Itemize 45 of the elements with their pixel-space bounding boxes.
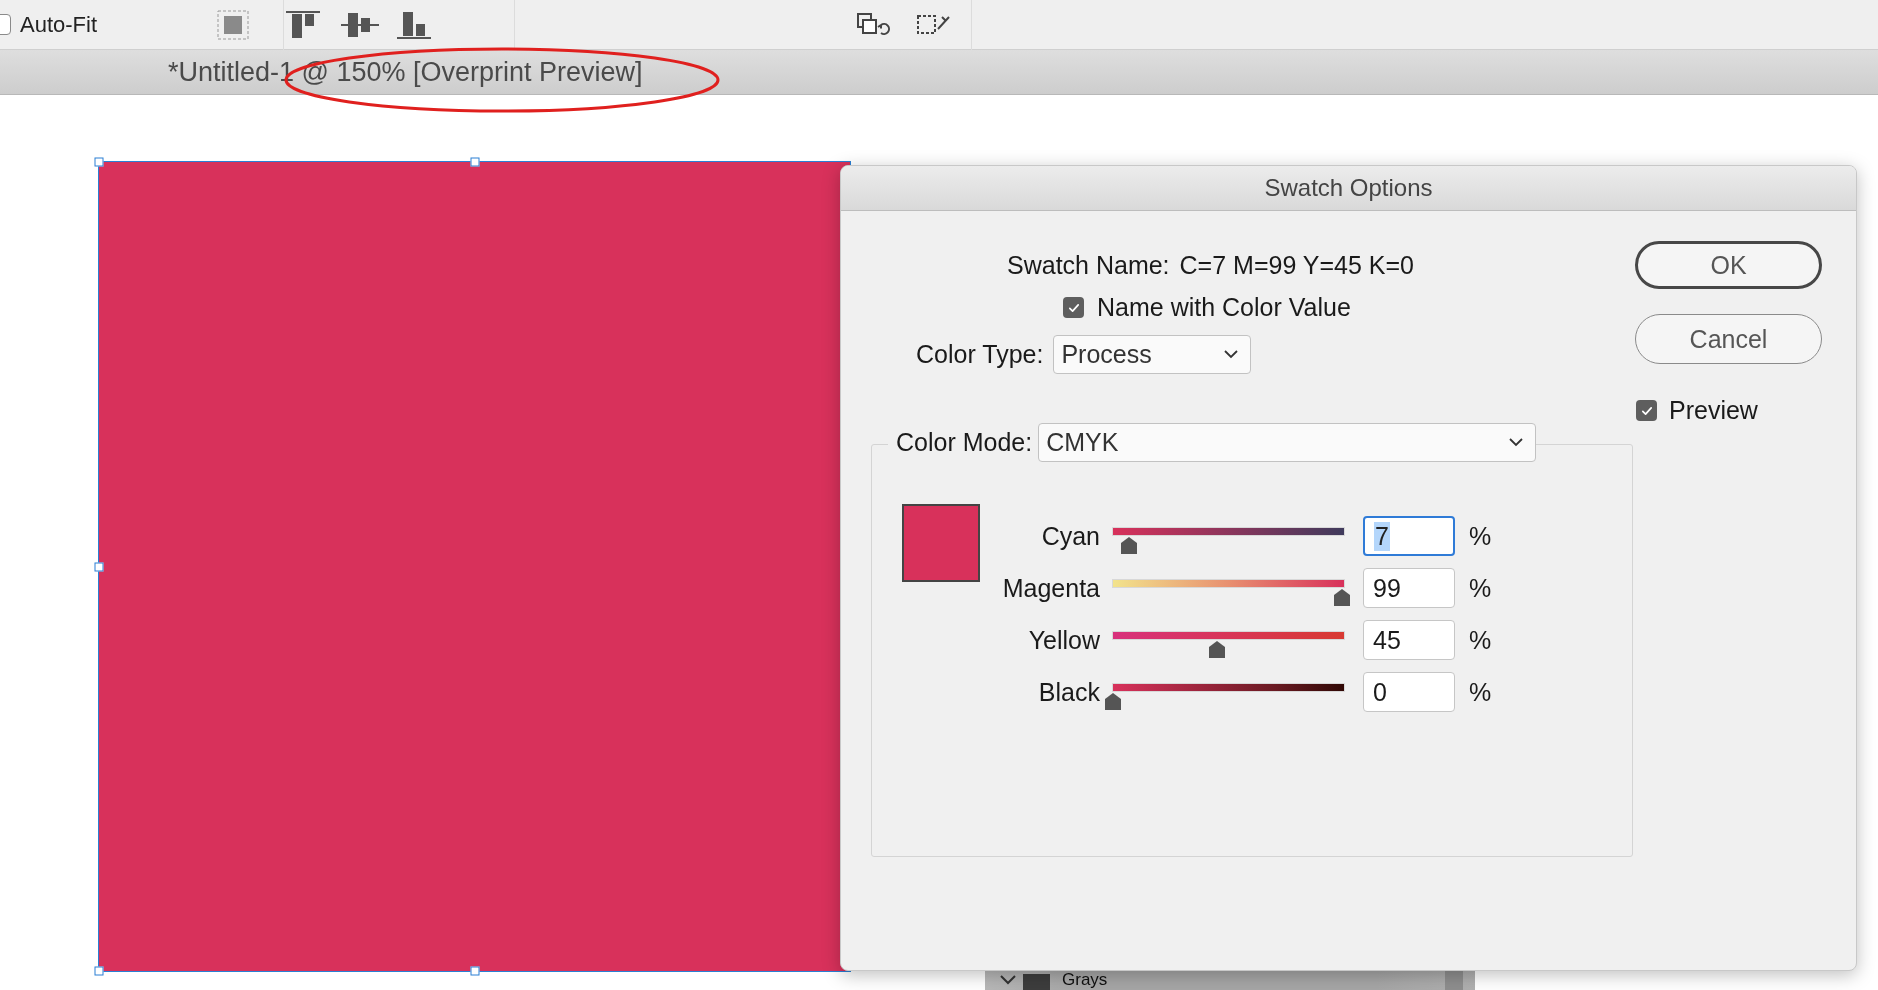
- value-field[interactable]: 0: [1363, 672, 1455, 712]
- color-mode-dropdown[interactable]: CMYK: [1038, 423, 1537, 462]
- checkbox-label: Name with Color Value: [1097, 293, 1351, 322]
- slider-thumb[interactable]: [1208, 640, 1225, 658]
- color-type-dropdown[interactable]: Process: [1053, 335, 1252, 374]
- percent-label: %: [1469, 625, 1493, 655]
- preview-label: Preview: [1669, 396, 1758, 425]
- ok-button[interactable]: OK: [1635, 241, 1822, 289]
- checkbox[interactable]: [1063, 297, 1084, 318]
- resize-handle[interactable]: [94, 966, 104, 976]
- resize-handle[interactable]: [94, 157, 104, 167]
- color-swatch: [1023, 974, 1050, 990]
- channel-label: Black: [1038, 677, 1100, 707]
- cancel-button[interactable]: Cancel: [1635, 314, 1822, 364]
- resize-handle[interactable]: [94, 562, 104, 571]
- swatch-name-value: C=7 M=99 Y=45 K=0: [1179, 251, 1414, 280]
- scrollbar[interactable]: [1445, 970, 1463, 990]
- color-type-label: Color Type:: [916, 340, 1044, 369]
- value-field[interactable]: 7: [1363, 516, 1455, 556]
- value-field[interactable]: 99: [1363, 568, 1455, 608]
- slider-thumb[interactable]: [1105, 692, 1121, 710]
- chevron-down-icon[interactable]: [1000, 975, 1016, 985]
- align-top-icon[interactable]: [286, 9, 321, 40]
- resize-handle[interactable]: [470, 157, 479, 167]
- percent-label: %: [1469, 573, 1493, 603]
- channel-label: Magenta: [1002, 573, 1100, 603]
- percent-label: %: [1469, 677, 1493, 707]
- slider-thumb[interactable]: [1333, 588, 1350, 606]
- channel-label: Yellow: [1028, 625, 1100, 655]
- frame-pointer-icon[interactable]: [917, 12, 952, 37]
- dialog-title: Swatch Options: [1264, 174, 1433, 202]
- percent-label: %: [1469, 521, 1493, 551]
- slider-thumb[interactable]: [1121, 536, 1138, 554]
- chevron-down-icon: [1509, 438, 1524, 447]
- auto-fit-label: Auto-Fit: [20, 11, 98, 38]
- value-field[interactable]: 45: [1363, 620, 1455, 660]
- align-bottom-icon[interactable]: [397, 9, 432, 40]
- transform-icon[interactable]: [857, 12, 892, 37]
- fit-frame-icon[interactable]: [217, 9, 250, 40]
- swatch-name-label: Swatch Name:: [1007, 251, 1170, 280]
- resize-handle[interactable]: [470, 966, 479, 976]
- channel-label: Cyan: [1041, 521, 1100, 551]
- preview-checkbox[interactable]: [1636, 400, 1657, 421]
- chevron-down-icon: [1224, 350, 1239, 359]
- swatch-group-name[interactable]: Grays: [1062, 970, 1108, 990]
